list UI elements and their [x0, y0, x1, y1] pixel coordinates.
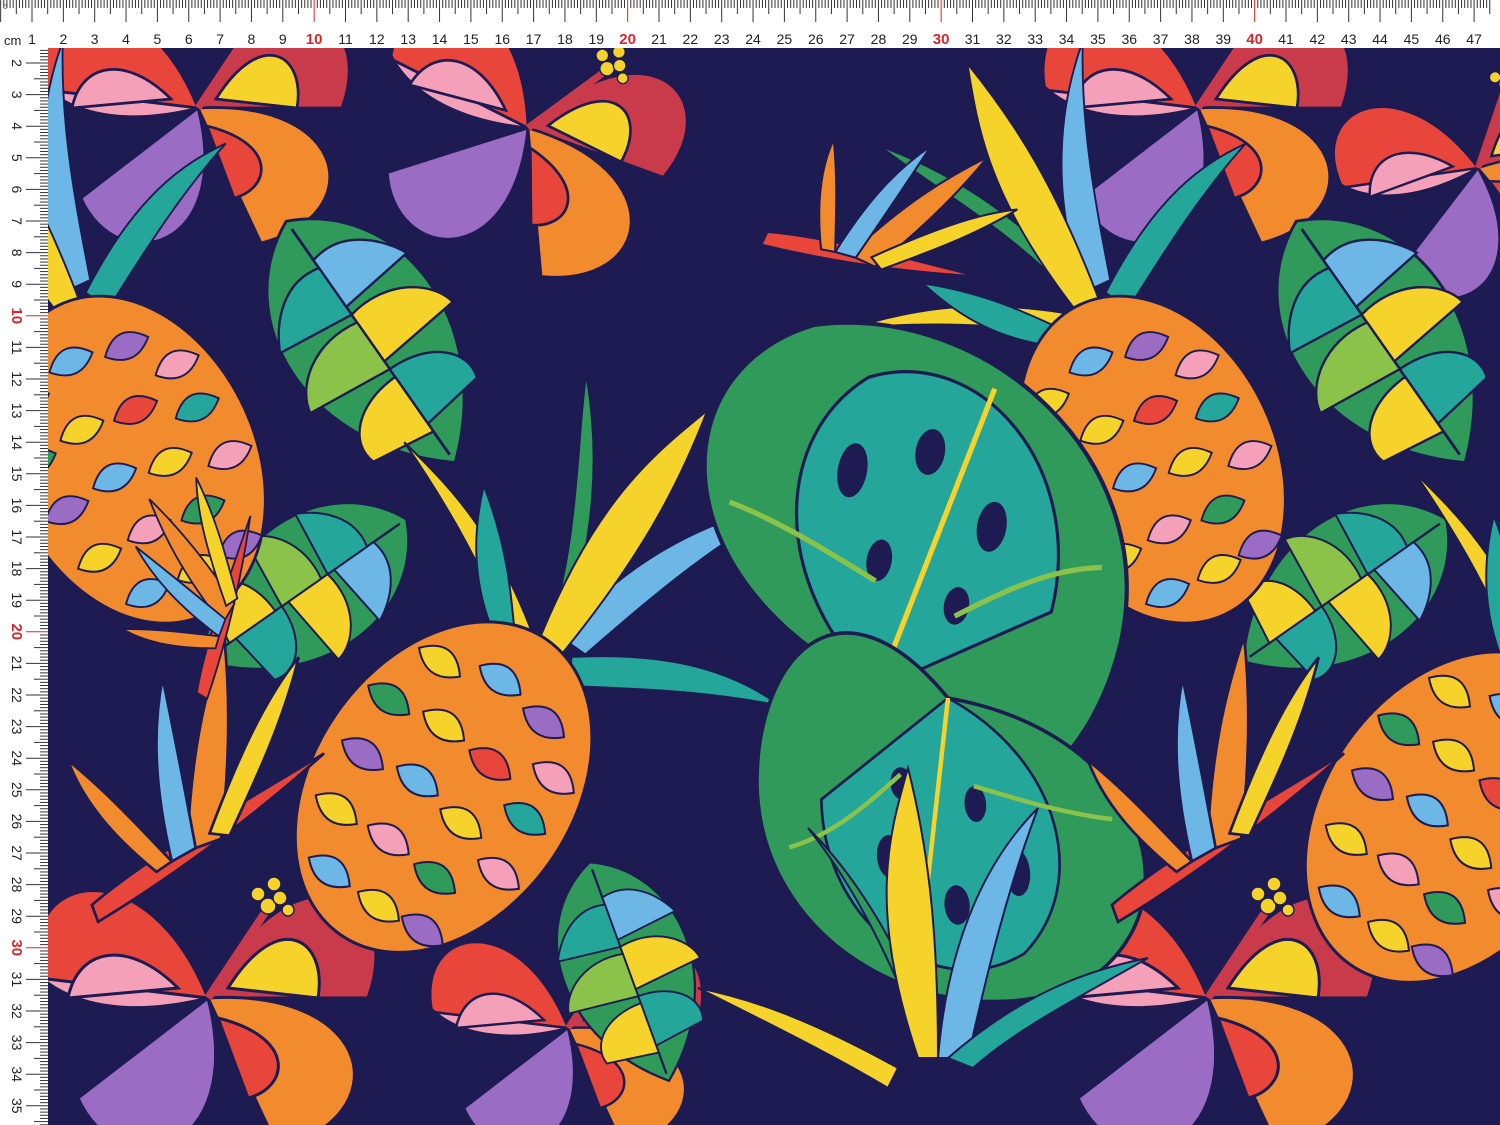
top-ruler-label: 35	[1090, 31, 1106, 47]
left-ruler-label: 10	[8, 307, 25, 324]
top-ruler-label: 2	[59, 31, 67, 47]
left-ruler-label: 25	[9, 782, 25, 798]
ruler-markings: 1 2 3 4 5 6 7 8 9 10 11 12 13 14 15 16 17 18 19 20 21 22 23 24 2…	[0, 0, 1491, 1125]
left-ruler-label: 21	[9, 656, 25, 672]
left-ruler-label: 28	[9, 877, 25, 893]
left-ruler-label: 32	[9, 1003, 25, 1019]
top-ruler-label: 9	[279, 31, 287, 47]
left-ruler-label: 2	[9, 59, 25, 67]
left-ruler-label: 35	[9, 1098, 25, 1114]
top-ruler-label: 18	[557, 31, 573, 47]
top-ruler-label: 6	[185, 31, 193, 47]
left-ruler-label: 4	[9, 122, 25, 130]
top-ruler-label: 34	[1059, 31, 1075, 47]
left-ruler-label: 24	[9, 750, 25, 766]
left-ruler-label: 20	[8, 623, 25, 640]
top-ruler-label: 40	[1246, 31, 1263, 48]
top-ruler-label: 43	[1341, 31, 1357, 47]
ruler-corner-mark: o	[3, 2, 8, 11]
top-ruler-label: 24	[745, 31, 761, 47]
left-ruler-label: 17	[9, 529, 25, 545]
top-ruler-label: 16	[494, 31, 510, 47]
top-ruler-label: 23	[714, 31, 730, 47]
top-ruler-label: 7	[216, 31, 224, 47]
top-ruler-label: 8	[248, 31, 256, 47]
top-ruler-label: 33	[1027, 31, 1043, 47]
top-ruler-label: 39	[1216, 31, 1232, 47]
top-ruler-label: 1	[28, 31, 36, 47]
top-ruler-label: 44	[1372, 31, 1388, 47]
left-ruler-label: 3	[9, 91, 25, 99]
top-ruler-label: 11	[338, 31, 353, 47]
top-ruler-label: 20	[619, 31, 636, 48]
top-ruler-label: 28	[871, 31, 887, 47]
left-ruler-label: 5	[9, 154, 25, 162]
top-ruler-label: 19	[589, 31, 605, 47]
top-ruler-label: 32	[996, 31, 1012, 47]
top-ruler-label: 10	[306, 31, 323, 48]
left-ruler-label: 9	[9, 280, 25, 288]
left-ruler-label: 13	[9, 403, 25, 419]
left-ruler-label: 33	[9, 1035, 25, 1051]
top-ruler-label: 46	[1435, 31, 1451, 47]
top-ruler-label: 38	[1184, 31, 1200, 47]
top-ruler-label: 30	[933, 31, 950, 48]
left-ruler-label: 16	[9, 498, 25, 514]
top-ruler-label: 25	[777, 31, 793, 47]
top-ruler-label: 15	[463, 31, 479, 47]
top-ruler-label: 27	[839, 31, 855, 47]
top-ruler-label: 14	[432, 31, 448, 47]
top-ruler-label: 17	[526, 31, 542, 47]
top-ruler-label: 42	[1310, 31, 1326, 47]
top-ruler-label: 37	[1153, 31, 1169, 47]
fabric-sample-viewer: 1 2 3 4 5 6 7 8 9 10 11 12 13 14 15 16 17 18 19 20 21 22 23 24 2…	[0, 0, 1500, 1125]
left-ruler-label: 27	[9, 845, 25, 861]
left-ruler-label: 19	[9, 592, 25, 608]
top-ruler-label: 41	[1278, 31, 1294, 47]
top-ruler-label: 26	[808, 31, 824, 47]
top-ruler-label: 21	[651, 31, 667, 47]
left-ruler-label: 7	[9, 217, 25, 225]
top-ruler-label: 29	[902, 31, 918, 47]
left-ruler-label: 26	[9, 814, 25, 830]
top-ruler-label: 3	[91, 31, 99, 47]
left-ruler-label: 30	[8, 939, 25, 956]
left-ruler-label: 8	[9, 249, 25, 257]
left-ruler-label: 22	[9, 687, 25, 703]
top-ruler-label: 12	[369, 31, 385, 47]
ruler-unit-label: cm	[4, 33, 22, 48]
left-ruler-label: 15	[9, 466, 25, 482]
left-ruler-label: 18	[9, 561, 25, 577]
left-ruler-label: 34	[9, 1066, 25, 1082]
top-ruler-label: 47	[1466, 31, 1482, 47]
left-ruler-label: 11	[9, 340, 25, 355]
left-ruler-label: 29	[9, 908, 25, 924]
top-ruler-label: 45	[1404, 31, 1420, 47]
left-ruler-label: 31	[9, 972, 25, 988]
left-ruler-label: 14	[9, 434, 25, 450]
left-ruler-label: 6	[9, 186, 25, 194]
top-ruler-label: 13	[400, 31, 416, 47]
left-ruler-label: 12	[9, 371, 25, 387]
top-ruler-label: 36	[1121, 31, 1137, 47]
left-ruler-label: 23	[9, 719, 25, 735]
top-ruler-label: 4	[122, 31, 130, 47]
top-ruler-label: 5	[154, 31, 162, 47]
top-ruler-label: 31	[965, 31, 981, 47]
top-ruler-label: 22	[683, 31, 699, 47]
